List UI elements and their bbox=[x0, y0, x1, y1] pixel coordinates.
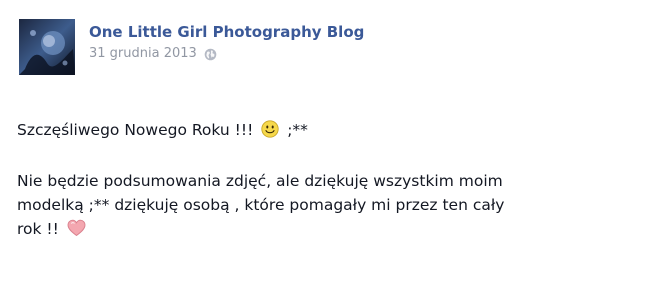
post-body: Szczęśliwego Nowego Roku !!! ;** Nie będ… bbox=[17, 118, 657, 244]
post-paragraph-2-line-1: Nie będzie podsumowania zdjęć, ale dzięk… bbox=[17, 172, 503, 190]
post-header: One Little Girl Photography Blog 31 grud… bbox=[89, 22, 364, 62]
avatar-image bbox=[19, 19, 75, 75]
post-meta: 31 grudnia 2013 bbox=[89, 46, 364, 62]
page-name-link[interactable]: One Little Girl Photography Blog bbox=[89, 22, 364, 42]
page-avatar[interactable] bbox=[19, 19, 75, 75]
greeting-text: Szczęśliwego Nowego Roku !!! bbox=[17, 121, 254, 139]
post-paragraph-1: Szczęśliwego Nowego Roku !!! ;** bbox=[17, 118, 657, 145]
greeting-suffix: ;** bbox=[287, 121, 308, 139]
heart-icon bbox=[67, 219, 86, 244]
globe-icon[interactable] bbox=[204, 48, 217, 61]
post-paragraph-2-line-3: rok !! bbox=[17, 217, 657, 244]
post-paragraph-2-line-2: modelką ;** dziękuję osobą , które pomag… bbox=[17, 196, 505, 214]
smiley-icon bbox=[261, 120, 279, 145]
closing-text: rok !! bbox=[17, 220, 59, 238]
post-date[interactable]: 31 grudnia 2013 bbox=[89, 46, 197, 62]
facebook-post: One Little Girl Photography Blog 31 grud… bbox=[0, 0, 664, 284]
